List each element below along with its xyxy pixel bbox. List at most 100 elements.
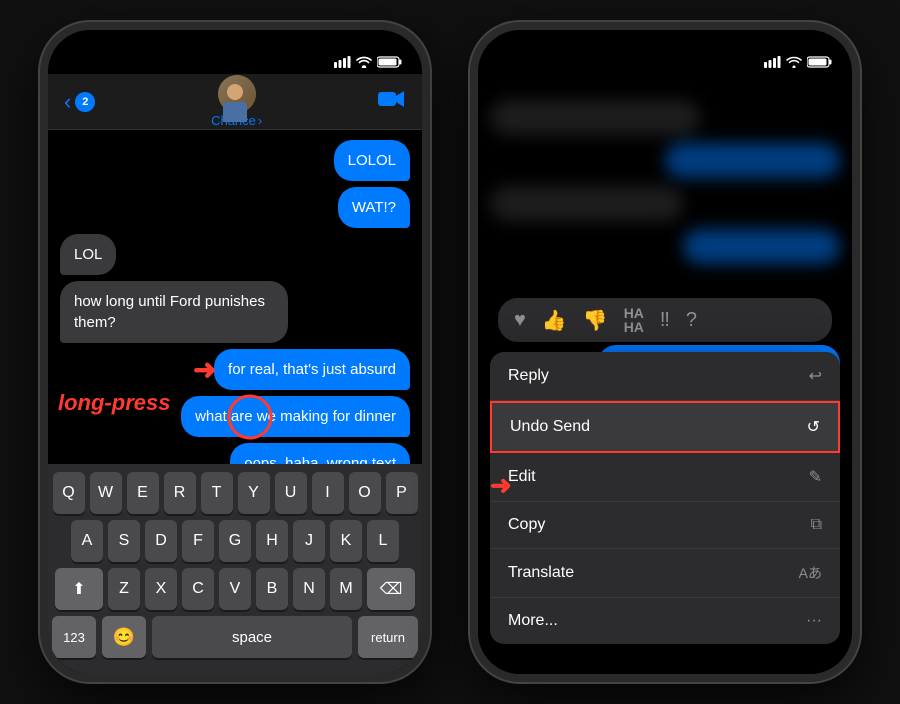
key-numbers[interactable]: 123 <box>52 616 96 658</box>
key-j[interactable]: J <box>293 520 325 562</box>
key-space[interactable]: space <box>152 616 352 658</box>
wifi-icon <box>356 56 372 68</box>
react-exclaim[interactable]: ‼ <box>660 309 670 332</box>
msg-bubble-wat[interactable]: WAT!? <box>338 187 410 228</box>
key-n[interactable]: N <box>293 568 325 610</box>
msg-bubble-lolol[interactable]: LOLOL <box>334 140 410 181</box>
key-s[interactable]: S <box>108 520 140 562</box>
right-phone: ♥ 👍 👎 HAHA ‼ ? what are we making for di… <box>470 22 860 682</box>
translate-icon: Aあ <box>799 563 822 583</box>
msg-bubble-forreal[interactable]: for real, that's just absurd <box>214 349 410 390</box>
key-v[interactable]: V <box>219 568 251 610</box>
back-button[interactable]: ‹ 2 <box>64 89 95 115</box>
react-thumbsup[interactable]: 👍 <box>542 308 567 333</box>
keyboard[interactable]: Q W E R T Y U I O P A S D F G H J K L <box>48 464 422 674</box>
context-more-label: More... <box>508 612 558 630</box>
context-reply[interactable]: Reply ↩ <box>490 352 840 401</box>
context-reply-label: Reply <box>508 367 549 385</box>
circle-highlight <box>227 394 272 439</box>
key-w[interactable]: W <box>90 472 122 514</box>
react-heart[interactable]: ♥ <box>514 309 526 332</box>
key-z[interactable]: Z <box>108 568 140 610</box>
left-status-icons <box>334 56 402 68</box>
key-u[interactable]: U <box>275 472 307 514</box>
key-delete[interactable]: ⌫ <box>367 568 415 610</box>
edit-icon: ✎ <box>809 467 822 487</box>
context-menu: Reply ↩ Undo Send ↺ Edit ✎ Copy ⧉ Transl… <box>490 352 840 644</box>
main-container: ‹ 2 Chance › <box>0 0 900 704</box>
context-translate-label: Translate <box>508 564 574 582</box>
key-y[interactable]: Y <box>238 472 270 514</box>
key-a[interactable]: A <box>71 520 103 562</box>
key-f[interactable]: F <box>182 520 214 562</box>
msg-bubble-dinner[interactable]: what are we making for dinner <box>181 396 410 437</box>
keyboard-row-3: ⬆ Z X C V B N M ⌫ <box>52 568 418 610</box>
back-badge: 2 <box>75 92 95 112</box>
video-icon <box>378 89 406 109</box>
reply-icon: ↩ <box>809 366 822 386</box>
key-m[interactable]: M <box>330 568 362 610</box>
msg-text-dinner: what are we making for dinner <box>195 408 396 425</box>
key-r[interactable]: R <box>164 472 196 514</box>
video-call-button[interactable] <box>378 89 406 115</box>
context-copy[interactable]: Copy ⧉ <box>490 502 840 549</box>
context-more[interactable]: More... ··· <box>490 598 840 644</box>
avatar-head <box>227 84 243 100</box>
key-x[interactable]: X <box>145 568 177 610</box>
react-haha[interactable]: HAHA <box>624 306 644 334</box>
right-arrow: ➜ <box>490 470 512 501</box>
reaction-bar[interactable]: ♥ 👍 👎 HAHA ‼ ? <box>498 298 832 342</box>
key-h[interactable]: H <box>256 520 288 562</box>
left-notch <box>170 30 300 60</box>
context-translate[interactable]: Translate Aあ <box>490 549 840 598</box>
key-p[interactable]: P <box>386 472 418 514</box>
react-thumbsdown[interactable]: 👎 <box>583 308 608 333</box>
msg-bubble-ford[interactable]: how long until Ford punishes them? <box>60 281 288 343</box>
nav-center[interactable]: Chance › <box>211 75 262 128</box>
long-press-annotation: long-press <box>58 390 170 416</box>
left-nav-bar: ‹ 2 Chance › <box>48 74 422 130</box>
key-q[interactable]: Q <box>53 472 85 514</box>
msg-bubble-lol[interactable]: LOL <box>60 234 116 275</box>
key-shift[interactable]: ⬆ <box>55 568 103 610</box>
more-icon: ··· <box>806 612 822 630</box>
annotation-arrow: ➜ <box>193 353 216 386</box>
context-edit[interactable]: Edit ✎ <box>490 453 840 502</box>
battery-icon <box>377 56 402 68</box>
contact-name-arrow: › <box>258 113 262 128</box>
context-undo-label: Undo Send <box>510 418 590 436</box>
key-k[interactable]: K <box>330 520 362 562</box>
key-emoji[interactable]: 😊 <box>102 616 146 658</box>
reaction-bar-container: ♥ 👍 👎 HAHA ‼ ? <box>498 290 832 350</box>
key-d[interactable]: D <box>145 520 177 562</box>
context-copy-label: Copy <box>508 516 545 534</box>
undo-icon: ↺ <box>807 417 820 437</box>
msg-text-ford: how long until Ford punishes them? <box>74 293 265 331</box>
long-press-label: long-press <box>58 390 170 415</box>
key-l[interactable]: L <box>367 520 399 562</box>
msg-text-wat: WAT!? <box>352 199 396 216</box>
key-e[interactable]: E <box>127 472 159 514</box>
context-undo-send[interactable]: Undo Send ↺ <box>490 401 840 453</box>
msg-text-forreal: for real, that's just absurd <box>228 361 396 378</box>
key-b[interactable]: B <box>256 568 288 610</box>
right-battery-icon <box>807 56 832 68</box>
back-count: 2 <box>82 96 88 108</box>
msg-row-ford: how long until Ford punishes them? <box>60 281 410 343</box>
keyboard-row-1: Q W E R T Y U I O P <box>52 472 418 514</box>
key-i[interactable]: I <box>312 472 344 514</box>
key-t[interactable]: T <box>201 472 233 514</box>
key-o[interactable]: O <box>349 472 381 514</box>
msg-row-wat: WAT!? <box>60 187 410 228</box>
blurred-top-messages <box>490 90 840 290</box>
signal-icon <box>334 56 351 68</box>
key-c[interactable]: C <box>182 568 214 610</box>
react-question[interactable]: ? <box>686 309 697 332</box>
key-g[interactable]: G <box>219 520 251 562</box>
msg-text-lolol: LOLOL <box>348 152 396 169</box>
avatar-image <box>218 75 256 113</box>
right-wifi-icon <box>786 56 802 68</box>
keyboard-row-4: 123 😊 space return <box>52 616 418 658</box>
key-return[interactable]: return <box>358 616 418 658</box>
msg-row-lol: LOL <box>60 234 410 275</box>
